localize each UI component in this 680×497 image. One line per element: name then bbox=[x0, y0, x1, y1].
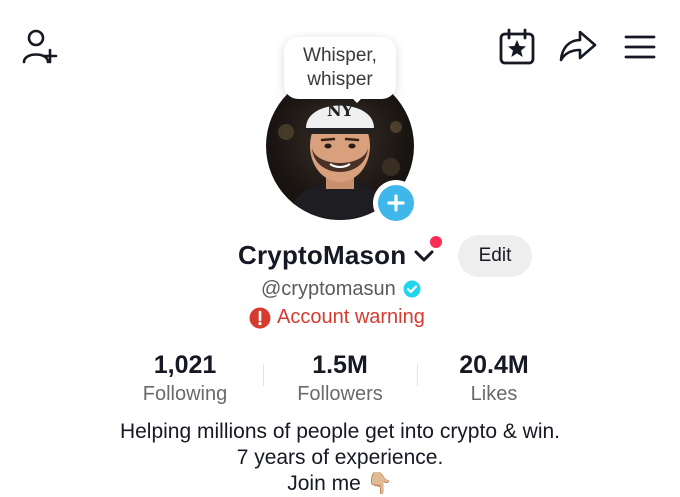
stat-likes[interactable]: 20.4M Likes bbox=[414, 350, 574, 407]
menu-icon bbox=[624, 35, 656, 59]
verified-badge bbox=[403, 280, 421, 303]
warning-icon bbox=[249, 307, 271, 328]
stat-label: Likes bbox=[470, 383, 518, 405]
edit-profile-button[interactable]: Edit bbox=[458, 235, 532, 277]
tooltip-tail bbox=[350, 96, 364, 103]
stat-following[interactable]: 1,021 Following bbox=[105, 350, 265, 407]
calendar-button[interactable] bbox=[498, 28, 536, 66]
user-handle: @cryptomasun bbox=[261, 278, 396, 300]
plus-icon bbox=[378, 185, 414, 221]
tooltip-line-2: whisper bbox=[307, 69, 373, 90]
calendar-star-icon bbox=[499, 28, 535, 65]
username[interactable]: CryptoMason bbox=[238, 240, 406, 271]
bio-line-1: Helping millions of people get into cryp… bbox=[119, 420, 561, 443]
chevron-down-icon bbox=[414, 250, 434, 262]
stat-followers[interactable]: 1.5M Followers bbox=[260, 350, 420, 407]
warning-label: Account warning bbox=[277, 306, 425, 328]
tooltip-line-1: Whisper, bbox=[303, 45, 377, 66]
stat-label: Followers bbox=[297, 383, 383, 405]
account-warning[interactable]: Account warning bbox=[249, 306, 425, 329]
add-friend-icon bbox=[22, 29, 58, 64]
svg-text:NY: NY bbox=[327, 101, 354, 120]
share-button[interactable] bbox=[558, 28, 598, 64]
share-icon bbox=[559, 30, 597, 62]
account-switch-chevron[interactable] bbox=[414, 249, 434, 268]
notification-dot bbox=[430, 236, 442, 248]
add-friend-button[interactable] bbox=[20, 28, 60, 64]
menu-button[interactable] bbox=[622, 32, 658, 62]
bio-line-3: Join me 👇🏼 bbox=[287, 472, 393, 495]
verified-icon bbox=[403, 280, 421, 298]
stat-value: 1.5M bbox=[312, 351, 368, 379]
stat-label: Following bbox=[142, 383, 228, 405]
tooltip-bubble: Whisper, whisper bbox=[284, 37, 396, 99]
add-photo-button[interactable] bbox=[373, 180, 419, 226]
stat-value: 20.4M bbox=[459, 351, 529, 379]
stat-value: 1,021 bbox=[153, 351, 217, 379]
bio-line-2: 7 years of experience. bbox=[236, 446, 444, 469]
